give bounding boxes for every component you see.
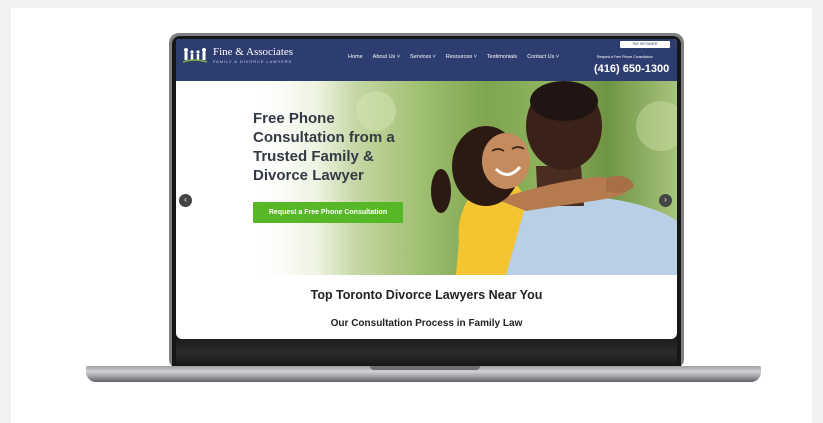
section-heading-consultation-process: Our Consultation Process in Family Law (330, 318, 523, 329)
section-heading-top-lawyers: Top Toronto Divorce Lawyers Near You (310, 288, 543, 302)
website-screen: Fine & Associates FAMILY & DIVORCE LAWYE… (176, 39, 677, 339)
logo[interactable]: Fine & Associates FAMILY & DIVORCE LAWYE… (182, 47, 293, 65)
pay-retainer-button[interactable]: PAY RETAINER (620, 41, 670, 48)
phone-number[interactable]: (416) 650-1300 (594, 63, 669, 75)
laptop-keyboard-reflection (176, 339, 677, 366)
hero-banner: Free Phone Consultation from a Trusted F… (176, 81, 677, 275)
nav-home[interactable]: Home (348, 54, 363, 60)
request-consultation-button[interactable]: Request a Free Phone Consultation (253, 202, 403, 223)
chevron-right-icon[interactable]: › (659, 194, 672, 207)
request-consultation-link[interactable]: Request a Free Phone Consultation (597, 55, 653, 59)
nav-testimonials[interactable]: Testimonials (487, 54, 517, 60)
chevron-left-icon[interactable]: ‹ (179, 194, 192, 207)
logo-title: Fine & Associates (213, 46, 294, 58)
nav-contact-us[interactable]: Contact Us ˅ (527, 54, 559, 60)
nav-about-us[interactable]: About Us ˅ (373, 54, 400, 60)
main-nav: Home About Us ˅ Services ˅ Resources ˅ T… (348, 54, 559, 60)
hero-heading: Free Phone Consultation from a Trusted F… (253, 110, 395, 184)
nav-resources[interactable]: Resources ˅ (446, 54, 477, 60)
nav-services[interactable]: Services ˅ (410, 54, 436, 60)
site-header: Fine & Associates FAMILY & DIVORCE LAWYE… (176, 39, 677, 81)
laptop-notch (370, 366, 480, 370)
family-figures-icon (182, 47, 208, 65)
logo-text: Fine & Associates FAMILY & DIVORCE LAWYE… (213, 47, 293, 65)
logo-subtitle: FAMILY & DIVORCE LAWYERS (213, 59, 293, 64)
